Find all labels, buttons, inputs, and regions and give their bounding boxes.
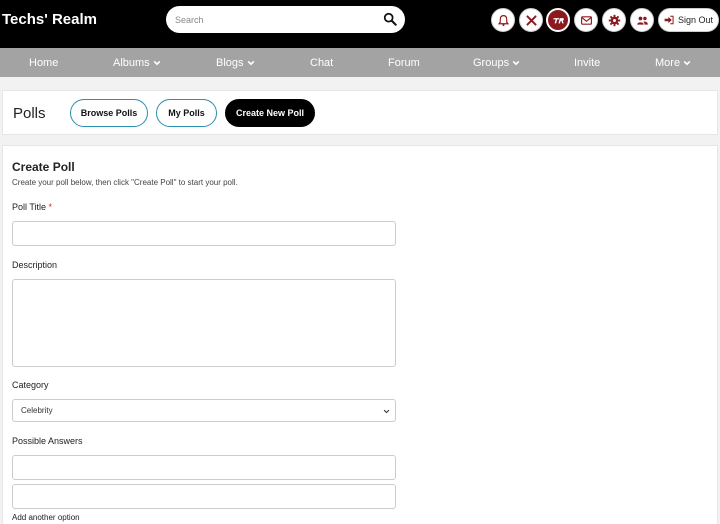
form-subtitle: Create your poll below, then click "Crea… (12, 178, 238, 187)
nav-forum-label: Forum (388, 56, 420, 69)
add-another-option-link[interactable]: Add another option (12, 513, 80, 522)
nav-invite-label: Invite (574, 56, 601, 69)
nav-forum[interactable]: Forum (388, 48, 420, 77)
users-icon (636, 16, 648, 25)
nav-blogs[interactable]: Blogs (216, 48, 255, 77)
description-textarea[interactable] (12, 279, 396, 367)
nav-chat-label: Chat (310, 56, 334, 69)
chevron-down-icon (153, 60, 161, 65)
create-new-poll-button[interactable]: Create New Poll (225, 99, 315, 127)
answer-option-input[interactable] (12, 484, 396, 509)
tools-button[interactable] (519, 8, 543, 32)
friends-button[interactable] (630, 8, 654, 32)
search-box (166, 6, 405, 33)
polls-header: Polls Browse Polls My Polls Create New P… (2, 90, 718, 135)
nav-home-label: Home (29, 56, 59, 69)
browse-polls-button[interactable]: Browse Polls (70, 99, 148, 127)
nav-blogs-label: Blogs (216, 56, 244, 69)
poll-title-label-text: Poll Title (12, 202, 47, 212)
nav-more[interactable]: More (655, 48, 691, 77)
tools-icon (525, 14, 537, 26)
nav-more-label: More (655, 56, 681, 69)
answer-option-input[interactable] (12, 455, 396, 480)
search-icon[interactable] (383, 12, 397, 26)
sign-out-label: Sign Out (677, 15, 714, 25)
nav-chat[interactable]: Chat (310, 48, 333, 77)
sign-out-button[interactable]: Sign Out (658, 8, 719, 32)
main-nav: Home Albums Blogs Chat Forum Groups Invi… (0, 48, 720, 77)
settings-button[interactable] (602, 8, 626, 32)
description-label: Description (12, 260, 58, 270)
mail-icon (580, 15, 592, 25)
nav-albums-label: Albums (113, 56, 150, 69)
my-polls-button[interactable]: My Polls (156, 99, 217, 127)
search-input[interactable] (175, 10, 375, 29)
chevron-down-icon (512, 60, 520, 65)
messages-button[interactable] (574, 8, 598, 32)
top-bar: Techs' Realm Search Sign Out (0, 0, 720, 48)
chevron-down-icon (683, 60, 691, 65)
required-marker: * (48, 202, 53, 212)
form-title: Create Poll (12, 160, 75, 174)
sign-out-icon (664, 15, 674, 25)
poll-title-label: Poll Title * (12, 202, 52, 212)
bell-icon (497, 14, 509, 26)
site-logo-button[interactable] (546, 8, 570, 32)
notifications-button[interactable] (491, 8, 515, 32)
category-select[interactable]: Celebrity (12, 399, 396, 422)
nav-invite[interactable]: Invite (574, 48, 600, 77)
nav-albums[interactable]: Albums (113, 48, 161, 77)
chevron-down-icon (247, 60, 254, 65)
gear-icon (608, 14, 620, 26)
create-poll-form: Create Poll Create your poll below, then… (2, 145, 718, 524)
page-title: Polls (13, 105, 46, 122)
nav-groups-label: Groups (473, 56, 510, 69)
category-label: Category (12, 380, 49, 390)
poll-title-input[interactable] (12, 221, 396, 246)
nav-groups[interactable]: Groups (473, 48, 520, 77)
nav-home[interactable]: Home (29, 48, 58, 77)
logo-icon (552, 17, 564, 23)
possible-answers-label: Possible Answers (12, 436, 83, 446)
chevron-down-icon (383, 409, 390, 414)
site-brand[interactable]: Techs' Realm (2, 11, 97, 28)
category-selected-value: Celebrity (21, 406, 53, 415)
